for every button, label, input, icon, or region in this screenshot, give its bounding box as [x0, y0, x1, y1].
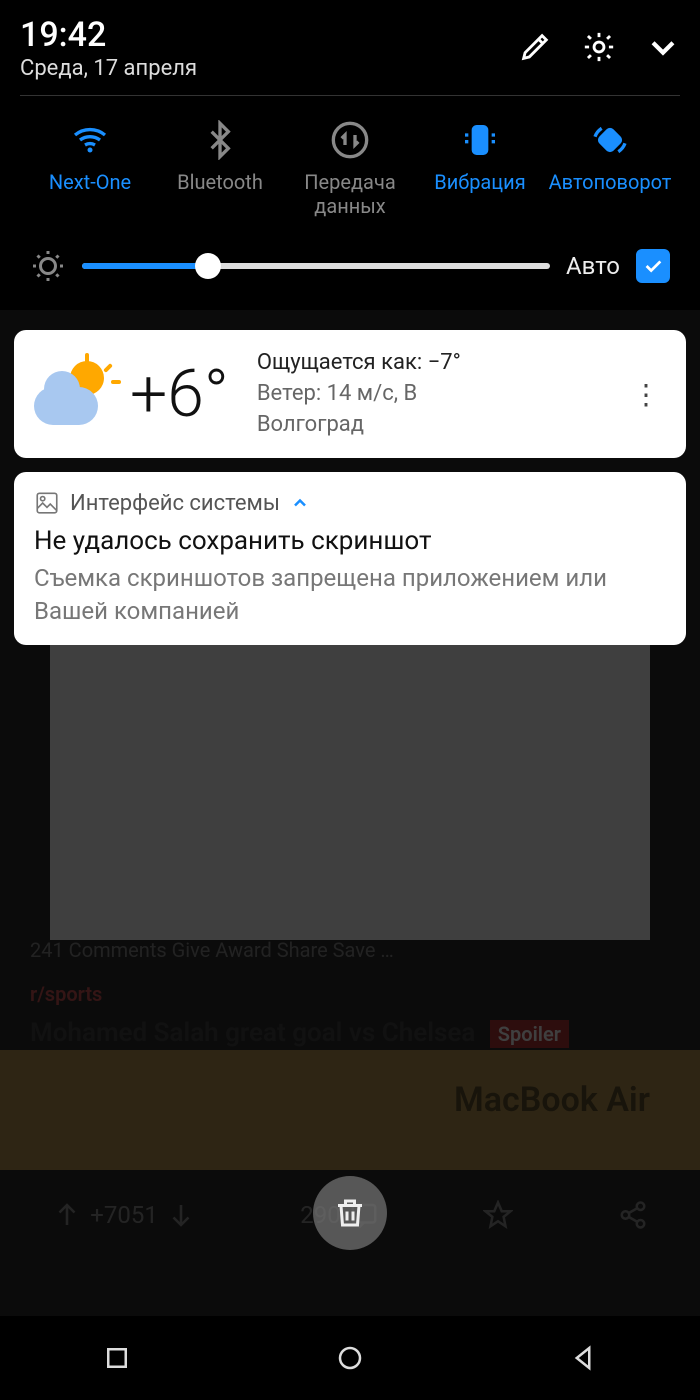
qs-tile-wifi[interactable]: Next-One	[30, 120, 150, 194]
more-icon[interactable]: ⋮	[626, 389, 666, 400]
weather-card[interactable]: +6° Ощущается как: −7° Ветер: 14 м/с, В …	[14, 330, 686, 458]
brightness-slider[interactable]	[82, 263, 550, 269]
clear-all-button[interactable]	[313, 1176, 387, 1250]
qs-clock[interactable]: 19:42 Среда, 17 апреля	[20, 18, 518, 81]
notification-card[interactable]: Интерфейс системы Не удалось сохранить с…	[14, 472, 686, 645]
navbar	[0, 1316, 700, 1400]
slider-thumb[interactable]	[195, 253, 221, 279]
quick-settings-panel: 19:42 Среда, 17 апреля Next-One Bluetoot…	[0, 0, 700, 310]
status-time: 19:42	[20, 18, 518, 52]
auto-brightness-label: Авто	[566, 252, 620, 280]
qs-tiles: Next-One Bluetooth Передача данных Вибра…	[20, 96, 680, 228]
notification-app-name: Интерфейс системы	[70, 491, 280, 516]
nav-back-icon[interactable]	[568, 1343, 598, 1373]
notification-body: Съемка скриншотов запрещена приложением …	[34, 562, 666, 627]
qs-tile-label: Next-One	[49, 170, 131, 194]
qs-tile-bluetooth[interactable]: Bluetooth	[160, 120, 280, 194]
qs-tile-label: Автоповорот	[549, 170, 672, 194]
weather-feels-like: Ощущается как: −7°	[257, 348, 616, 379]
qs-tile-vibration[interactable]: Вибрация	[420, 120, 540, 194]
qs-tile-data[interactable]: Передача данных	[290, 120, 410, 218]
notification-list: +6° Ощущается как: −7° Ветер: 14 м/с, В …	[14, 330, 686, 659]
qs-tile-label: Bluetooth	[177, 170, 263, 194]
auto-brightness-checkbox[interactable]	[636, 249, 670, 283]
brightness-icon	[30, 248, 66, 284]
qs-header: 19:42 Среда, 17 апреля	[20, 0, 680, 81]
gear-icon[interactable]	[582, 30, 616, 64]
system-ui-icon	[34, 490, 60, 516]
edit-icon[interactable]	[518, 30, 552, 64]
brightness-row: Авто	[20, 228, 680, 310]
nav-home-icon[interactable]	[335, 1343, 365, 1373]
weather-icon	[34, 359, 114, 429]
chevron-down-icon[interactable]	[646, 30, 680, 64]
weather-temp: +6°	[130, 356, 229, 433]
chevron-up-icon[interactable]	[290, 493, 310, 513]
qs-tile-label: Вибрация	[434, 170, 525, 194]
nav-recent-icon[interactable]	[102, 1343, 132, 1373]
weather-wind: Ветер: 14 м/с, В	[257, 379, 616, 410]
qs-tile-autorotate[interactable]: Автоповорот	[550, 120, 670, 194]
weather-city: Волгоград	[257, 410, 616, 441]
trash-icon	[332, 1195, 368, 1231]
notification-title: Не удалось сохранить скриншот	[34, 526, 666, 556]
qs-tile-label: Передача данных	[290, 170, 410, 218]
status-date: Среда, 17 апреля	[20, 56, 518, 81]
